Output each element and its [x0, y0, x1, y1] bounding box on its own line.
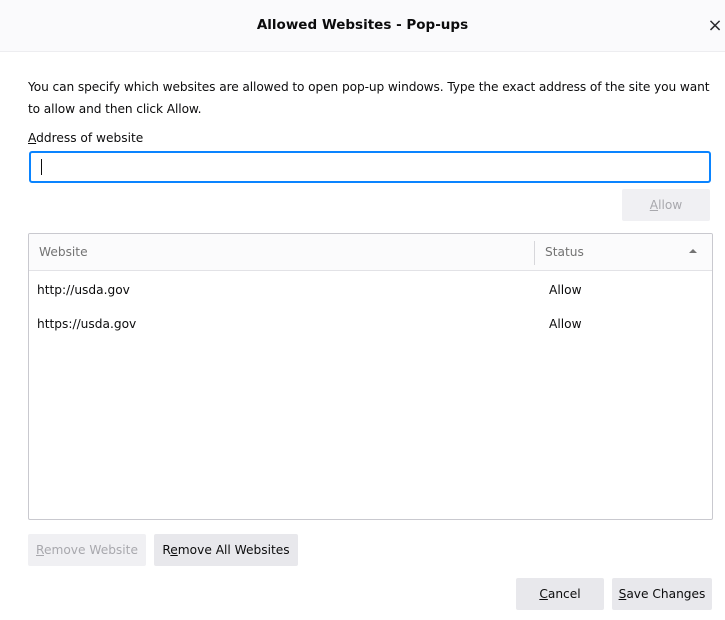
allow-button-label: llow [658, 198, 683, 212]
column-divider[interactable] [534, 241, 535, 265]
allowed-websites-dialog: Allowed Websites - Pop-ups × You can spe… [0, 0, 725, 620]
address-input[interactable] [29, 151, 711, 183]
allow-button-accesskey: A [649, 198, 659, 212]
remove-website-accesskey: R [36, 543, 44, 557]
dialog-titlebar: Allowed Websites - Pop-ups × [0, 0, 725, 52]
remove-website-label: emove Website [43, 543, 138, 557]
remove-all-websites-button[interactable]: Remove All Websites [154, 534, 298, 566]
table-row[interactable]: https://usda.gov Allow [29, 308, 712, 342]
cancel-accesskey: C [539, 587, 548, 601]
list-header: Website Status [29, 234, 712, 271]
websites-list[interactable]: Website Status http://usda.gov Allow htt… [28, 233, 713, 520]
table-row[interactable]: http://usda.gov Allow [29, 274, 712, 308]
row-status: Allow [549, 283, 582, 297]
dialog-title: Allowed Websites - Pop-ups [256, 17, 469, 33]
address-label-accesskey: A [28, 131, 37, 145]
remove-all-label: move All Websites [177, 543, 290, 557]
cancel-label: ancel [547, 587, 581, 601]
row-website: https://usda.gov [37, 317, 137, 331]
dialog-description: You can specify which websites are allow… [28, 80, 710, 116]
column-header-website[interactable]: Website [39, 245, 88, 259]
remove-all-accesskey: e [170, 543, 178, 557]
address-label: Address of website [28, 131, 143, 145]
cancel-button[interactable]: Cancel [516, 578, 604, 610]
remove-website-button[interactable]: Remove Website [28, 534, 146, 566]
row-website: http://usda.gov [37, 283, 130, 297]
column-header-status[interactable]: Status [545, 245, 584, 259]
row-status: Allow [549, 317, 582, 331]
sort-ascending-icon [689, 249, 697, 253]
allow-button[interactable]: Allow [622, 189, 710, 221]
save-label: ave Changes [626, 587, 706, 601]
close-icon[interactable]: × [705, 14, 725, 38]
address-label-text: ddress of website [36, 131, 144, 145]
save-changes-button[interactable]: Save Changes [612, 578, 712, 610]
text-caret [41, 159, 42, 175]
